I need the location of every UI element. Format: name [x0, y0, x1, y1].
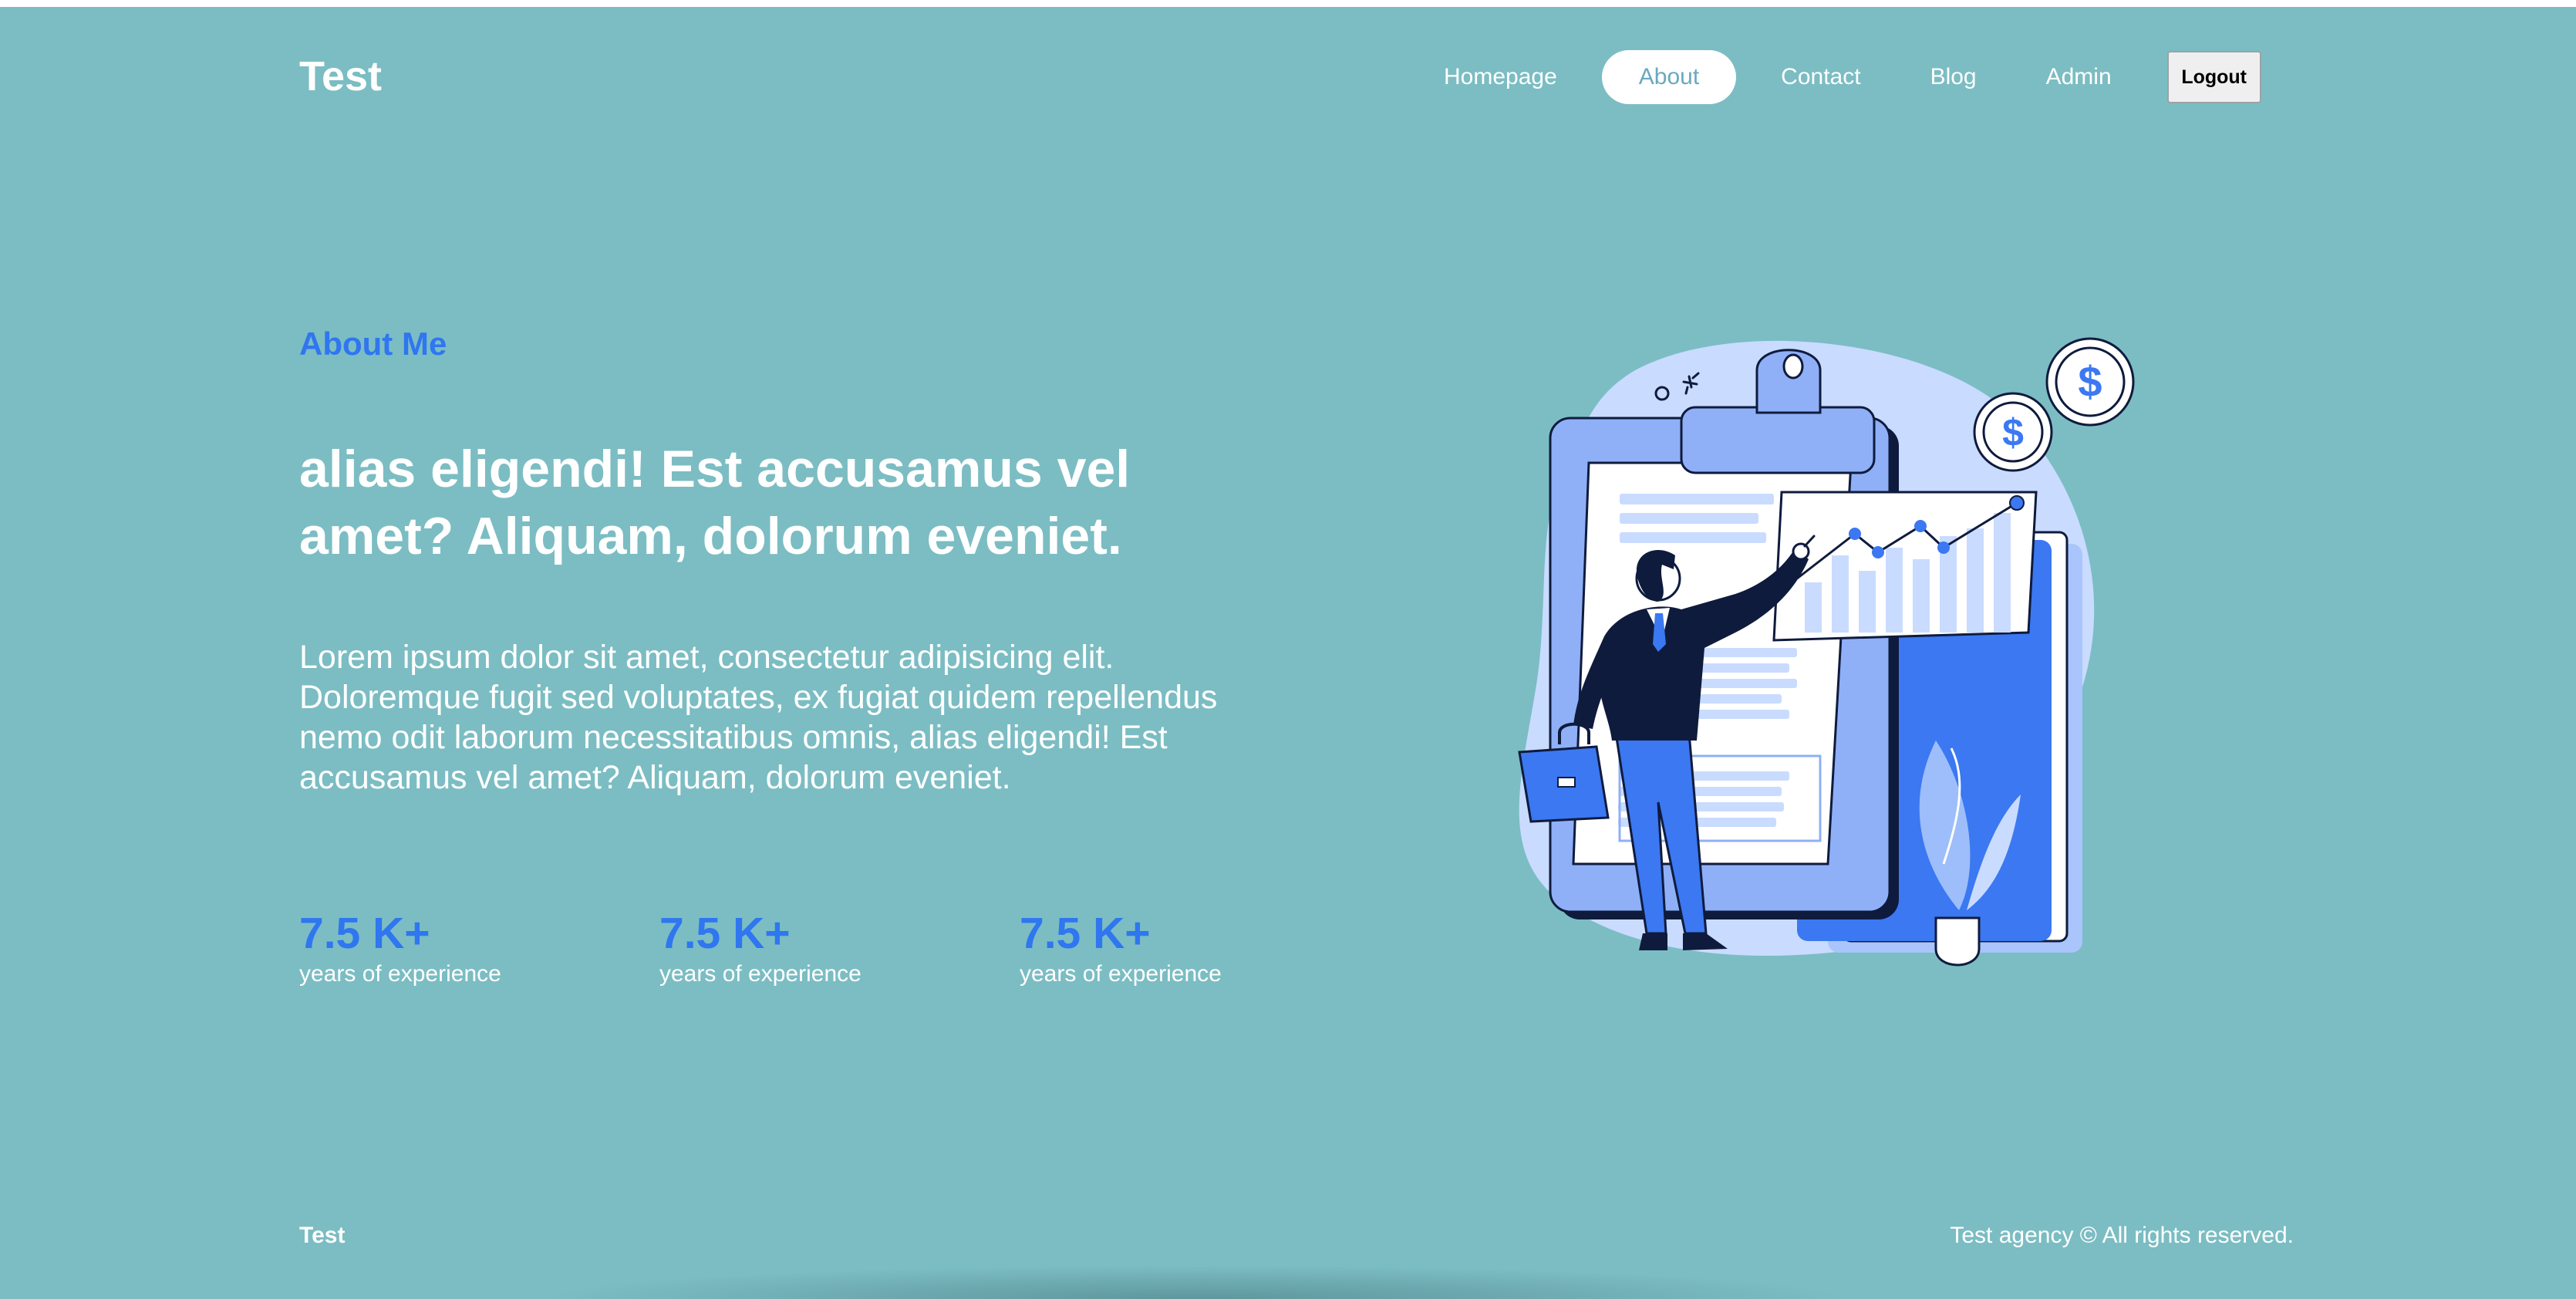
footer-copyright: Test agency © All rights reserved.	[1950, 1223, 2294, 1248]
stat-item: 7.5 K+ years of experience	[659, 909, 1020, 987]
main-nav: Homepage About Contact Blog Admin Logout	[1419, 49, 2261, 106]
stat-item: 7.5 K+ years of experience	[299, 909, 659, 987]
clipboard-hole	[1782, 353, 1804, 380]
nav-homepage[interactable]: Homepage	[1419, 50, 1582, 104]
clipboard-clip	[1680, 406, 1876, 474]
nav-blog[interactable]: Blog	[1906, 50, 2001, 104]
stat-value: 7.5 K+	[1020, 909, 1151, 958]
site-logo[interactable]: Test	[299, 52, 382, 100]
stats-row: 7.5 K+ years of experience 7.5 K+ years …	[299, 909, 1380, 987]
stat-value: 7.5 K+	[299, 909, 430, 958]
stat-item: 7.5 K+ years of experience	[1020, 909, 1380, 987]
logout-button[interactable]: Logout	[2166, 51, 2261, 103]
footer-logo[interactable]: Test	[299, 1223, 345, 1249]
shoe	[1639, 933, 1667, 950]
hero-description: Lorem ipsum dolor sit amet, consectetur …	[299, 639, 1218, 796]
nav-admin[interactable]: Admin	[2021, 50, 2136, 104]
plant-pot	[1934, 916, 1981, 967]
stat-value: 7.5 K+	[659, 909, 791, 958]
businessman-presenting-chart-illustration: $ $	[1518, 337, 2135, 967]
section-eyebrow: About Me	[299, 326, 447, 362]
stat-label: years of experience	[659, 961, 861, 987]
bottom-shadow	[540, 1265, 1851, 1299]
nav-contact[interactable]: Contact	[1756, 50, 1885, 104]
dollar-icon: $	[2002, 411, 2024, 454]
hero-headline: alias eligendi! Est accusamus vel amet? …	[299, 440, 1131, 565]
stat-label: years of experience	[1020, 961, 1222, 987]
top-border	[0, 0, 2576, 7]
nav-about[interactable]: About	[1601, 50, 1737, 104]
stat-label: years of experience	[299, 961, 501, 987]
dollar-icon: $	[2078, 357, 2102, 406]
